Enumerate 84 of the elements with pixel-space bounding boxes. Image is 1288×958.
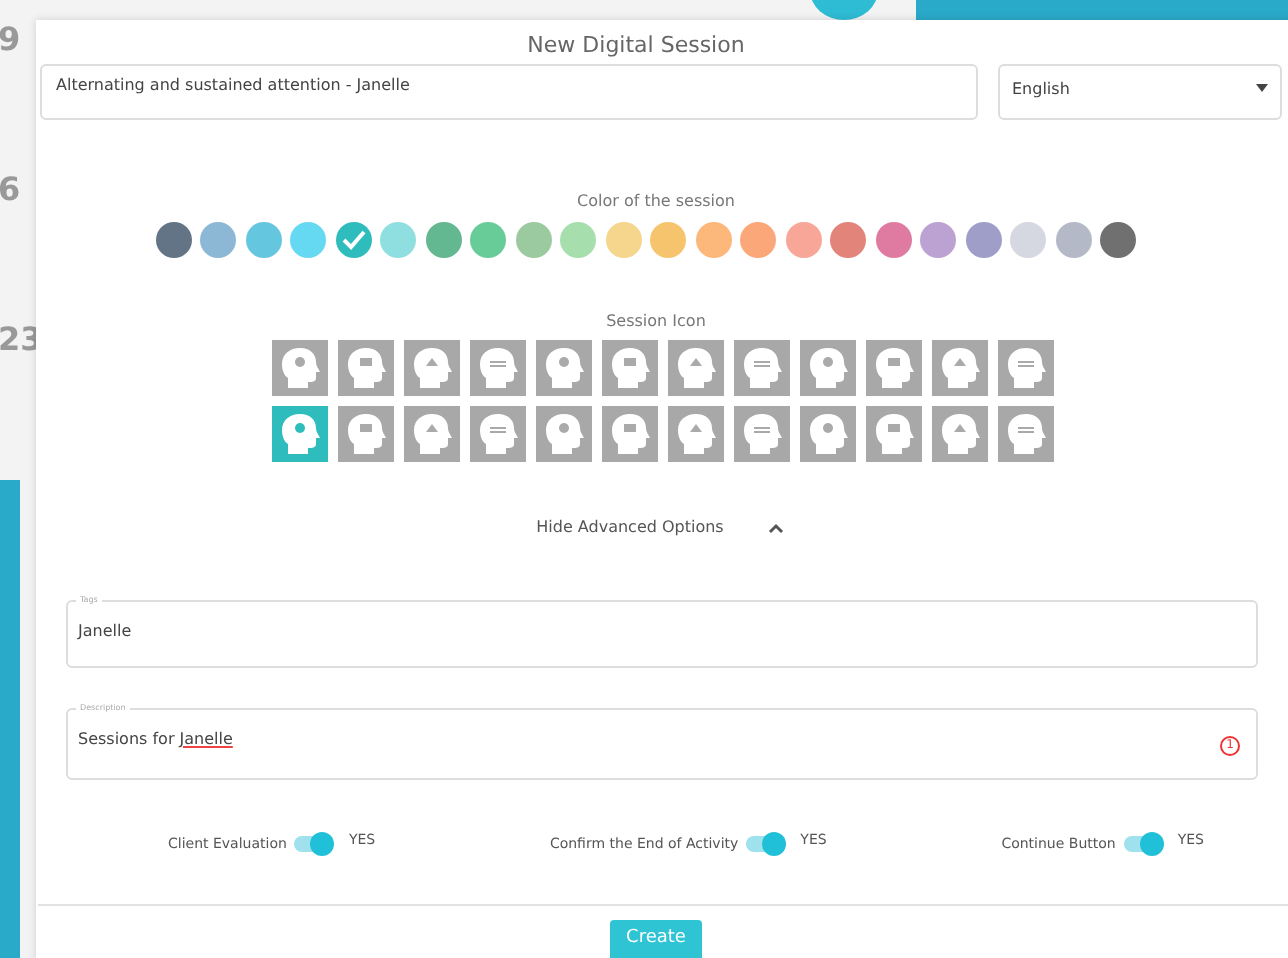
icon-option[interactable]	[668, 340, 724, 396]
icon-option[interactable]	[734, 340, 790, 396]
head-icon	[610, 412, 650, 456]
color-swatch[interactable]	[1100, 222, 1137, 258]
head-icon	[874, 412, 914, 456]
color-swatch[interactable]	[830, 222, 867, 258]
head-icon	[1006, 412, 1046, 456]
advanced-options-toggle[interactable]: Hide Advanced Options	[36, 518, 1288, 536]
color-swatch[interactable]	[155, 222, 192, 258]
icon-option[interactable]	[998, 340, 1054, 396]
icon-option[interactable]	[866, 340, 922, 396]
color-swatch[interactable]	[1010, 222, 1047, 258]
chevron-icon	[767, 521, 784, 533]
icon-option[interactable]	[338, 340, 394, 396]
icon-option[interactable]	[734, 406, 790, 462]
color-swatch[interactable]	[515, 222, 552, 258]
icon-option[interactable]	[668, 406, 724, 462]
icon-option[interactable]	[338, 406, 394, 462]
color-swatch[interactable]	[965, 222, 1002, 258]
toggle-switch[interactable]	[746, 836, 785, 852]
icon-option[interactable]	[998, 406, 1054, 462]
color-swatch[interactable]	[200, 222, 237, 258]
color-swatch[interactable]	[785, 222, 822, 258]
color-swatch[interactable]	[245, 222, 282, 258]
color-swatch[interactable]	[335, 222, 372, 258]
head-icon	[544, 412, 584, 456]
calendar-day: 6	[0, 170, 43, 208]
icon-option[interactable]	[272, 406, 328, 462]
section-label: Session Icon	[604, 312, 708, 330]
head-icon	[280, 412, 320, 456]
head-icon	[412, 346, 452, 390]
icon-option[interactable]	[932, 406, 988, 462]
dialog-title: New Digital Session	[525, 30, 747, 62]
head-icon	[610, 346, 650, 390]
icon-option[interactable]	[602, 340, 658, 396]
color-swatch[interactable]	[560, 222, 597, 258]
head-icon	[808, 412, 848, 456]
caret-icon	[1256, 84, 1268, 92]
icon-option[interactable]	[800, 406, 856, 462]
icon-option[interactable]	[602, 406, 658, 462]
head-icon	[544, 346, 584, 390]
language-select[interactable]: English	[998, 64, 1282, 120]
head-icon	[1006, 346, 1046, 390]
session-name-field[interactable]: Alternating and sustained attention - Janelle	[40, 64, 978, 120]
head-icon	[808, 346, 848, 390]
toggle-switch[interactable]	[1123, 836, 1162, 852]
icon-option[interactable]	[404, 340, 460, 396]
calendar-day: 9	[0, 20, 43, 58]
head-icon	[412, 412, 452, 456]
head-icon	[940, 346, 980, 390]
head-icon	[478, 346, 518, 390]
color-swatch[interactable]	[650, 222, 687, 258]
color-swatch[interactable]	[380, 222, 417, 258]
head-icon	[478, 412, 518, 456]
color-swatch[interactable]	[605, 222, 642, 258]
icon-option[interactable]	[404, 406, 460, 462]
head-icon	[346, 346, 386, 390]
icon-option[interactable]	[800, 340, 856, 396]
head-icon	[676, 346, 716, 390]
color-swatch[interactable]	[425, 222, 462, 258]
head-icon	[742, 412, 782, 456]
head-icon	[346, 412, 386, 456]
icon-option[interactable]	[470, 406, 526, 462]
head-icon	[742, 346, 782, 390]
section-label: Color of the session	[575, 192, 737, 210]
color-swatch[interactable]	[920, 222, 957, 258]
icon-option[interactable]	[536, 340, 592, 396]
head-icon	[940, 412, 980, 456]
icon-option[interactable]	[470, 340, 526, 396]
color-swatch[interactable]	[875, 222, 912, 258]
icon-option[interactable]	[866, 406, 922, 462]
head-icon	[874, 346, 914, 390]
color-swatch[interactable]	[740, 222, 777, 258]
description-text: Sessions for Janelle	[78, 730, 233, 748]
icon-option[interactable]	[932, 340, 988, 396]
toggle-switch[interactable]	[294, 836, 333, 852]
color-swatch[interactable]	[1055, 222, 1092, 258]
head-icon	[280, 346, 320, 390]
icon-option[interactable]	[272, 340, 328, 396]
icon-option[interactable]	[536, 406, 592, 462]
color-swatch[interactable]	[470, 222, 507, 258]
color-swatch[interactable]	[290, 222, 327, 258]
head-icon	[676, 412, 716, 456]
color-swatch[interactable]	[695, 222, 732, 258]
